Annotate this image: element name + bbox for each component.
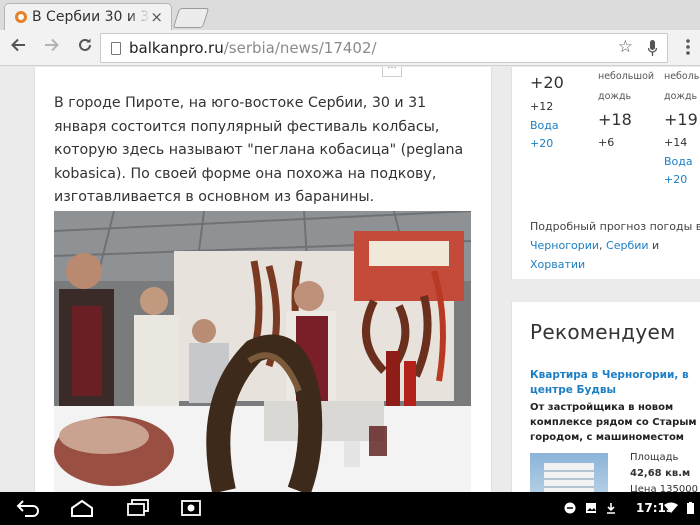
area-value: 42,68 кв.м — [630, 468, 691, 479]
tab-close-icon[interactable]: × — [150, 8, 163, 26]
water-label-3[interactable]: Вода — [664, 155, 693, 168]
weather-temp-3: +19 — [664, 110, 698, 129]
system-navigation-bar: 17:13 — [0, 492, 700, 525]
browser-toolbar: balkanpro.ru/serbia/news/17402/ ☆ — [0, 30, 700, 66]
weather-temp-1b: +12 — [530, 100, 554, 113]
weather-temp-2b: +6 — [598, 136, 615, 149]
water-temp-1[interactable]: +20 — [530, 137, 553, 150]
image-notification-icon — [586, 503, 596, 513]
wifi-icon — [664, 502, 678, 513]
water-temp-3[interactable]: +20 — [664, 173, 687, 186]
forecast-link-montenegro[interactable]: Черногории — [530, 239, 599, 252]
weather-desc-2b: дождь — [598, 91, 632, 102]
recommend-thumbnail[interactable] — [530, 453, 608, 492]
recommend-description: От застройщика в новом комплексе рядом с… — [530, 402, 697, 443]
battery-icon — [687, 502, 694, 514]
article-column: ··· В городе Пироте, на юго-востоке Серб… — [34, 67, 492, 492]
forecast-separator: , — [599, 239, 607, 252]
recommend-title: Рекомендуем — [530, 320, 676, 344]
page-viewport[interactable]: ··· В городе Пироте, на юго-востоке Серб… — [0, 67, 700, 492]
article-paragraph: В городе Пироте, на юго-востоке Сербии, … — [54, 95, 464, 205]
forecast-separator: и — [648, 239, 660, 252]
page-icon — [111, 42, 121, 55]
weather-desc-2a: небольшой — [598, 71, 655, 82]
forecast-links: Подробный прогноз погоды в Черногории, С… — [530, 217, 700, 274]
sync-icon — [564, 502, 576, 514]
url-host: balkanpro.ru — [129, 39, 224, 57]
screenshot-icon[interactable] — [178, 498, 204, 520]
article-photo[interactable] — [54, 211, 471, 492]
site-favicon-icon — [15, 11, 27, 23]
forward-arrow-icon[interactable] — [40, 36, 64, 60]
forecast-link-croatia[interactable]: Хорватии — [530, 258, 585, 271]
system-back-icon[interactable] — [14, 498, 42, 520]
system-recents-icon[interactable] — [124, 498, 152, 520]
area-label: Площадь — [630, 452, 679, 463]
forecast-link-serbia[interactable]: Сербии — [606, 239, 649, 252]
recommend-widget: Рекомендуем Квартира в Черногории, в цен… — [511, 302, 700, 492]
microphone-icon[interactable] — [648, 40, 657, 57]
weather-widget: +20 +12 Вода +20 небольшой дождь +18 +6 … — [511, 67, 700, 279]
reload-icon[interactable] — [73, 36, 97, 60]
browser-tab[interactable]: В Сербии 30 и 31 × — [4, 3, 172, 30]
new-tab-button[interactable] — [172, 8, 210, 28]
weather-temp-2: +18 — [598, 110, 632, 129]
weather-desc-3b: дождь — [664, 91, 698, 102]
forecast-prefix: Подробный прогноз погоды в — [530, 220, 700, 233]
tab-title: В Сербии 30 и 31 — [32, 9, 150, 25]
weather-temp-3b: +14 — [664, 136, 688, 149]
price-value: Цена 135000 € — [630, 484, 700, 492]
overflow-menu-icon[interactable] — [680, 38, 696, 60]
recommend-link[interactable]: Квартира в Черногории, в центре Будвы — [530, 368, 700, 398]
address-bar[interactable]: balkanpro.ru/serbia/news/17402/ ☆ — [100, 33, 668, 63]
system-home-icon[interactable] — [68, 498, 96, 520]
water-label-1[interactable]: Вода — [530, 119, 559, 132]
more-options-button[interactable]: ··· — [382, 67, 402, 77]
url-path: /serbia/news/17402/ — [223, 39, 377, 57]
weather-temp-1: +20 — [530, 73, 564, 92]
tab-strip: В Сербии 30 и 31 × — [0, 0, 700, 30]
url-text[interactable]: balkanpro.ru/serbia/news/17402/ — [129, 39, 377, 57]
download-icon — [607, 503, 615, 514]
weather-desc-3a: небольшой — [664, 71, 700, 82]
back-arrow-icon[interactable] — [6, 36, 30, 60]
bookmark-star-icon[interactable]: ☆ — [618, 37, 633, 57]
